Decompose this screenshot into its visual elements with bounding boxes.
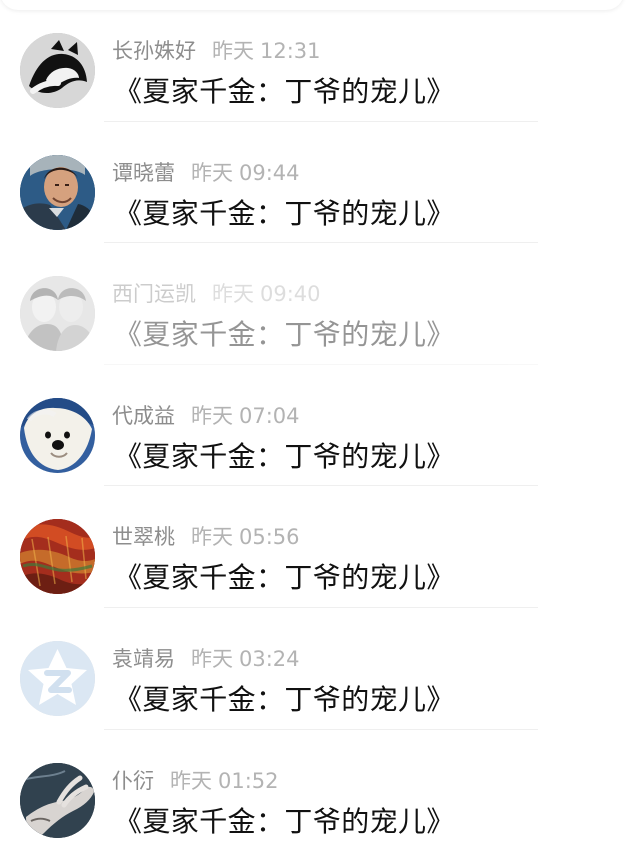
list-item[interactable]: 西门运凯 昨天 09:40 《夏家千金：丁爷的宠儿》 — [0, 243, 640, 365]
date-label: 昨天 — [170, 768, 212, 793]
username: 袁靖易 — [112, 646, 175, 671]
username: 西门运凯 — [112, 282, 196, 307]
date-label: 昨天 — [212, 282, 254, 307]
message-title[interactable]: 《夏家千金：丁爷的宠儿》 — [114, 195, 455, 233]
username: 长孙姝好 — [112, 39, 196, 63]
timestamp: 昨天 03:24 — [191, 647, 300, 671]
date-label: 昨天 — [191, 403, 233, 428]
time-value: 01:52 — [218, 768, 279, 793]
officer-avatar[interactable] — [20, 154, 95, 230]
message-title[interactable]: 《夏家千金：丁爷的宠儿》 — [114, 438, 455, 476]
timestamp: 昨天 09:40 — [212, 282, 321, 306]
message-list: 长孙姝好 昨天 12:31 《夏家千金：丁爷的宠儿》 谭晓蕾 昨天 09:44 《夏家千… — [0, 0, 640, 866]
message-meta: 世翠桃 昨天 05:56 — [112, 522, 300, 552]
list-item[interactable]: 谭晓蕾 昨天 09:44 《夏家千金：丁爷的宠儿》 — [0, 122, 640, 244]
time-value: 12:31 — [260, 39, 321, 63]
list-item[interactable]: 仆衍 昨天 01:52 《夏家千金：丁爷的宠儿》 — [0, 730, 640, 852]
username: 代成益 — [112, 403, 175, 428]
time-value: 03:24 — [239, 646, 300, 671]
timestamp: 昨天 01:52 — [170, 769, 279, 793]
cat-avatar[interactable] — [20, 33, 95, 108]
painting-avatar[interactable] — [20, 519, 95, 595]
time-value: 09:40 — [260, 282, 321, 307]
message-title[interactable]: 《夏家千金：丁爷的宠儿》 — [114, 73, 455, 111]
username: 世翠桃 — [112, 525, 175, 550]
hand-avatar[interactable] — [20, 762, 95, 838]
message-title[interactable]: 《夏家千金：丁爷的宠儿》 — [114, 681, 455, 719]
time-value: 05:56 — [239, 525, 300, 550]
list-item[interactable]: 代成益 昨天 07:04 《夏家千金：丁爷的宠儿》 — [0, 365, 640, 487]
dog-avatar[interactable] — [20, 397, 95, 473]
star-logo-avatar[interactable] — [20, 640, 95, 716]
message-title[interactable]: 《夏家千金：丁爷的宠儿》 — [114, 316, 455, 354]
message-meta: 代成益 昨天 07:04 — [112, 401, 300, 431]
message-meta: 仆衍 昨天 01:52 — [112, 766, 279, 796]
message-meta: 袁靖易 昨天 03:24 — [112, 644, 300, 674]
username: 谭晓蕾 — [112, 160, 175, 185]
message-meta: 谭晓蕾 昨天 09:44 — [112, 158, 300, 188]
time-value: 09:44 — [239, 160, 300, 185]
message-meta: 长孙姝好 昨天 12:31 — [112, 36, 321, 66]
message-title[interactable]: 《夏家千金：丁爷的宠儿》 — [114, 559, 455, 597]
list-item[interactable]: 长孙姝好 昨天 12:31 《夏家千金：丁爷的宠儿》 — [0, 0, 640, 122]
timestamp: 昨天 09:44 — [191, 161, 300, 185]
list-item[interactable]: 袁靖易 昨天 03:24 《夏家千金：丁爷的宠儿》 — [0, 608, 640, 730]
timestamp: 昨天 12:31 — [212, 39, 321, 63]
couple-avatar[interactable] — [20, 276, 95, 352]
timestamp: 昨天 07:04 — [191, 404, 300, 428]
date-label: 昨天 — [191, 160, 233, 185]
time-value: 07:04 — [239, 403, 300, 428]
date-label: 昨天 — [191, 646, 233, 671]
timestamp: 昨天 05:56 — [191, 525, 300, 549]
list-item[interactable]: 世翠桃 昨天 05:56 《夏家千金：丁爷的宠儿》 — [0, 486, 640, 608]
username: 仆衍 — [112, 768, 154, 793]
date-label: 昨天 — [191, 525, 233, 550]
date-label: 昨天 — [212, 39, 254, 63]
message-meta: 西门运凯 昨天 09:40 — [112, 279, 321, 309]
message-title[interactable]: 《夏家千金：丁爷的宠儿》 — [114, 803, 455, 841]
